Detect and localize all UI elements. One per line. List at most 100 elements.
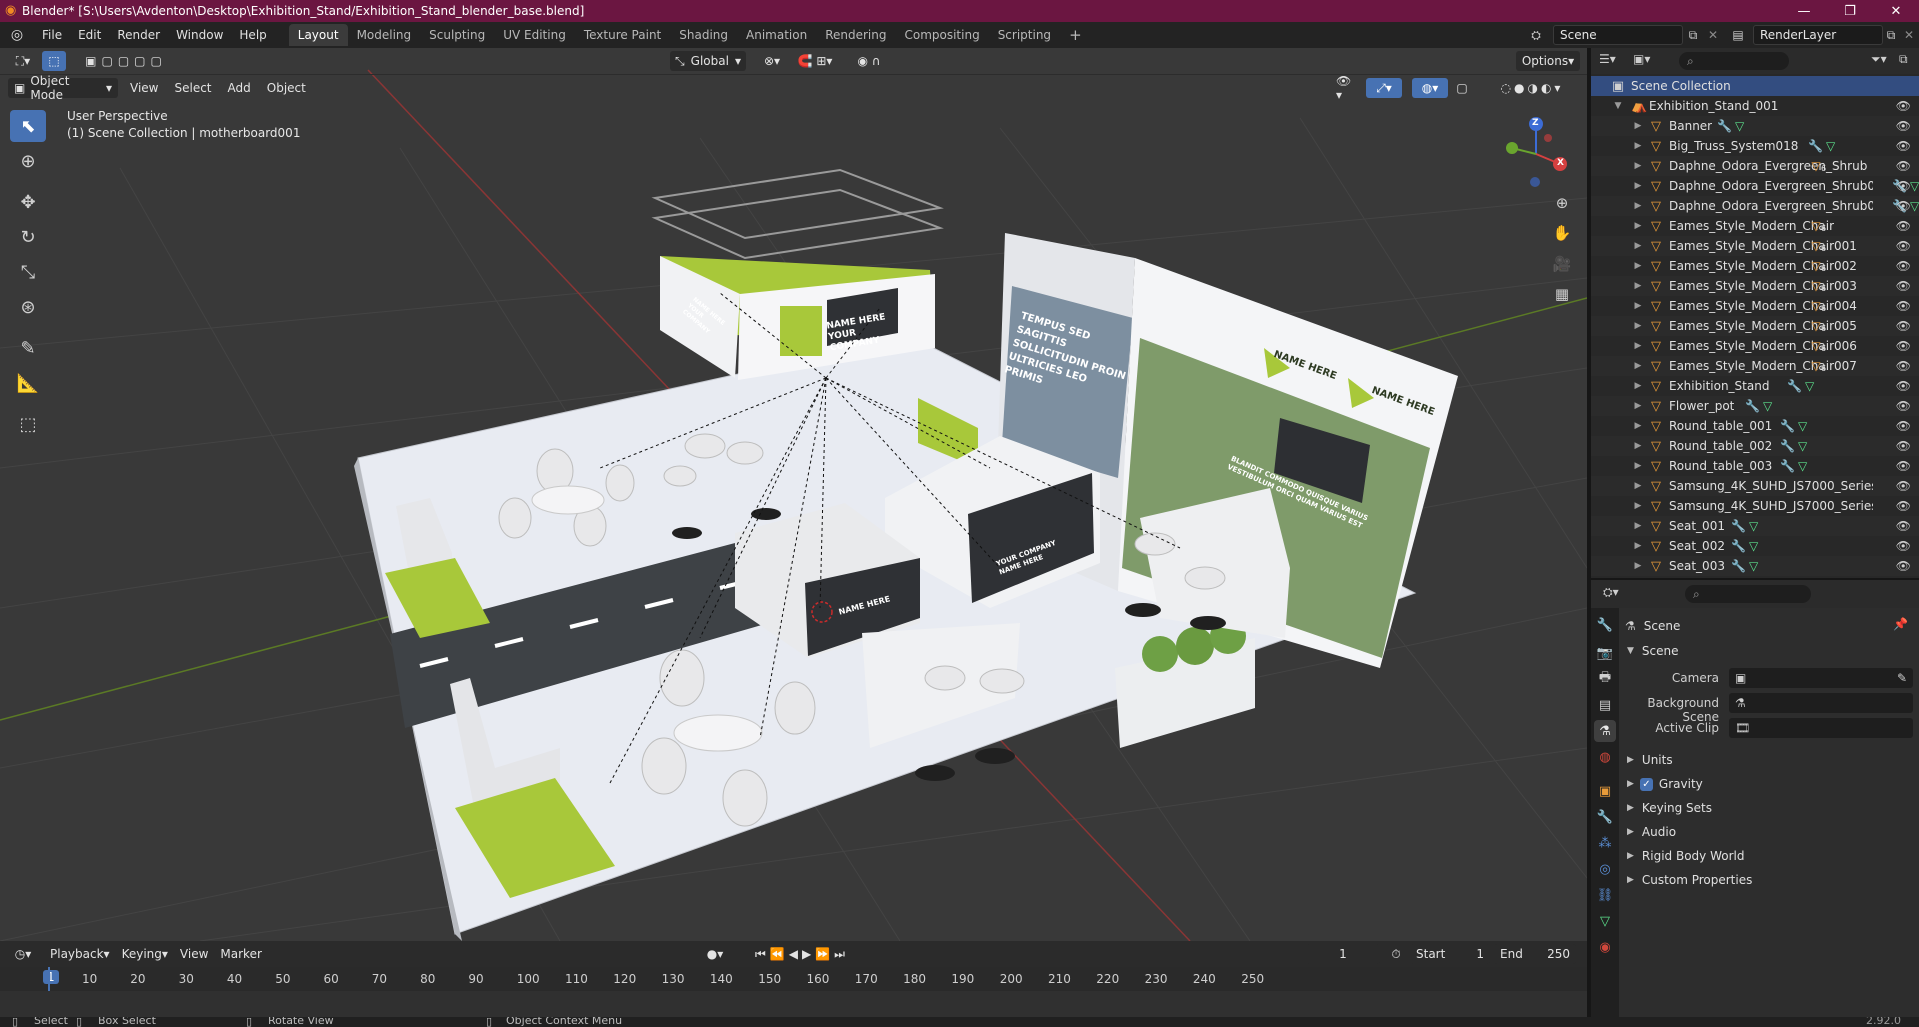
mesh-data-icon[interactable]: ▽ (1910, 179, 1919, 193)
tab-layout[interactable]: Layout (288, 24, 348, 46)
modifier-tab-icon[interactable]: 🔧 (1594, 806, 1616, 828)
modifier-icon[interactable]: 🔧 (1780, 439, 1795, 453)
keyframe-record-icon[interactable]: ●▾ (702, 944, 728, 964)
start-frame-field[interactable]: Start 1 (1410, 944, 1490, 964)
delete-view-layer-icon[interactable]: ✕ (1900, 25, 1918, 45)
visibility-icon[interactable]: 👁▾ (1330, 74, 1362, 102)
overlay-toggle-icon[interactable]: ◍▾ (1412, 78, 1448, 98)
menu-window[interactable]: Window (168, 24, 231, 46)
panel-rigid-body-world[interactable]: ▶ Rigid Body World (1627, 845, 1744, 867)
scene-name-field[interactable]: Scene (1553, 25, 1683, 45)
visibility-eye-icon[interactable]: 👁 (1896, 499, 1911, 513)
select-box-tool-icon[interactable]: ⬉ (10, 110, 46, 142)
3d-viewport[interactable]: NAME HERE YOUR COMPANY NAME HERE YOUR CO… (0, 48, 1587, 941)
expand-arrow-icon[interactable]: ▶ (1633, 181, 1643, 191)
visibility-eye-icon[interactable]: 👁 (1896, 539, 1911, 553)
properties-search-input[interactable]: ⌕ (1685, 585, 1811, 603)
current-frame-field[interactable]: 1 (1306, 944, 1380, 964)
outliner-row-object[interactable]: ▶ ▽ Round_table_003 🔧 ▽ 👁 (1591, 456, 1919, 476)
expand-arrow-icon[interactable]: ▶ (1633, 341, 1643, 351)
outliner-display-mode-icon[interactable]: ▣▾ (1633, 52, 1661, 72)
expand-arrow-icon[interactable]: ▶ (1633, 441, 1643, 451)
expand-arrow-icon[interactable]: ▶ (1627, 851, 1634, 861)
output-tab-icon[interactable]: 🖶 (1594, 668, 1616, 690)
expand-arrow-icon[interactable]: ▶ (1627, 779, 1634, 789)
particles-tab-icon[interactable]: ⁂ (1594, 832, 1616, 854)
pan-hand-icon[interactable]: ✋ (1550, 221, 1574, 245)
transform-orientation-dropdown[interactable]: ⤡ Global ▾ (670, 51, 746, 71)
visibility-eye-icon[interactable]: 👁 (1896, 339, 1911, 353)
visibility-eye-icon[interactable]: 👁 (1896, 359, 1911, 373)
outliner-row-object[interactable]: ▶ ▽ Eames_Style_Modern_Chair005 ▽ 6 👁 (1591, 316, 1919, 336)
eyedropper-icon[interactable]: ✎ (1897, 671, 1907, 685)
annotate-tool-icon[interactable]: ✎ (10, 332, 46, 364)
visibility-eye-icon[interactable]: 👁 (1896, 199, 1911, 213)
camera-view-icon[interactable]: 🎥 (1550, 252, 1574, 276)
visibility-eye-icon[interactable]: 👁 (1896, 439, 1911, 453)
move-tool-icon[interactable]: ✥ (10, 186, 46, 218)
outliner-editor-type-icon[interactable]: ☰▾ (1599, 52, 1627, 72)
properties-editor[interactable]: ⛭▾ ⌕ 🔧 📷 🖶 ▤ ⚗ ◍ ▣ 🔧 ⁂ ◎ ⛓ ▽ ◉ ⚗ Scene 📌… (1591, 580, 1919, 1017)
expand-arrow-icon[interactable]: ▶ (1633, 201, 1643, 211)
visibility-eye-icon[interactable]: 👁 (1896, 279, 1911, 293)
outliner-row-object[interactable]: ▶ ▽ Eames_Style_Modern_Chair004 ▽ 6 👁 (1591, 296, 1919, 316)
panel-units[interactable]: ▶ Units (1627, 749, 1673, 771)
delete-scene-icon[interactable]: ✕ (1703, 25, 1723, 45)
timeline-menu-playback[interactable]: Playback ▾ (44, 944, 116, 964)
pivot-icon[interactable]: ⊗▾ (756, 51, 788, 71)
timeline-editor-type-icon[interactable]: ◷▾ (8, 944, 38, 964)
end-frame-field[interactable]: End 250 (1494, 944, 1576, 964)
playback-controls-icons[interactable]: ⏮⏪◀▶⏩⏭ (744, 944, 860, 964)
visibility-eye-icon[interactable]: 👁 (1896, 119, 1911, 133)
view-layer-field[interactable]: RenderLayer (1753, 25, 1883, 45)
panel-scene-header[interactable]: ▼ Scene (1627, 640, 1679, 662)
expand-arrow-icon[interactable]: ▶ (1633, 541, 1643, 551)
gizmo-toggle-icon[interactable]: ⤢▾ (1366, 78, 1402, 98)
outliner-row-object[interactable]: ▶ ▽ Seat_001 🔧 ▽ 👁 (1591, 516, 1919, 536)
new-view-layer-icon[interactable]: ⧉ (1882, 25, 1900, 45)
visibility-eye-icon[interactable]: 👁 (1896, 519, 1911, 533)
expand-arrow-icon[interactable]: ▶ (1633, 421, 1643, 431)
expand-arrow-icon[interactable]: ▶ (1633, 261, 1643, 271)
outliner-row-object[interactable]: ▶ ▽ Round_table_001 🔧 ▽ 👁 (1591, 416, 1919, 436)
zoom-icon[interactable]: ⊕ (1550, 191, 1574, 215)
tool-tab-icon[interactable]: 🔧 (1594, 614, 1616, 636)
visibility-eye-icon[interactable]: 👁 (1896, 399, 1911, 413)
snap-icon[interactable]: 🧲 ⊞▾ (790, 51, 840, 71)
expand-arrow-icon[interactable]: ▶ (1633, 161, 1643, 171)
visibility-eye-icon[interactable]: 👁 (1896, 179, 1911, 193)
mode-dropdown[interactable]: ▣ Object Mode ▾ (8, 74, 118, 102)
background-scene-field[interactable]: ⚗ (1729, 693, 1913, 713)
visibility-eye-icon[interactable]: 👁 (1896, 319, 1911, 333)
mesh-data-icon[interactable]: ▽ (1910, 199, 1919, 213)
expand-arrow-icon[interactable]: ▶ (1633, 381, 1643, 391)
view-layer-browse-icon[interactable]: ▤ (1724, 25, 1752, 45)
shading-mode-icons[interactable]: ◌●◑◐▾ (1482, 78, 1582, 98)
gizmo-y-icon[interactable] (1506, 142, 1518, 154)
mesh-data-icon[interactable]: ▽ (1798, 459, 1807, 473)
viewport-menu-view[interactable]: View (124, 78, 164, 98)
modifier-icon[interactable]: 🔧 (1731, 539, 1746, 553)
outliner-search-input[interactable]: ⌕ (1679, 52, 1789, 70)
physics-tab-icon[interactable]: ◎ (1594, 858, 1616, 880)
outliner-row-object[interactable]: ▶ ▽ Seat_003 🔧 ▽ 👁 (1591, 556, 1919, 576)
expand-arrow-icon[interactable]: ▶ (1633, 361, 1643, 371)
visibility-eye-icon[interactable]: 👁 (1896, 419, 1911, 433)
visibility-eye-icon[interactable]: 👁 (1896, 559, 1911, 573)
close-icon[interactable]: ✕ (1873, 0, 1919, 22)
timeline-menu-keying[interactable]: Keying ▾ (116, 944, 174, 964)
expand-arrow-icon[interactable]: ▶ (1627, 803, 1634, 813)
options-dropdown[interactable]: Options ▾ (1516, 51, 1580, 71)
tab-uv-editing[interactable]: UV Editing (494, 24, 575, 46)
panel-gravity[interactable]: ▶ ✓ Gravity (1627, 773, 1703, 795)
expand-arrow-icon[interactable]: ▶ (1633, 461, 1643, 471)
mesh-data-icon[interactable]: ▽ (1798, 419, 1807, 433)
data-tab-icon[interactable]: ▽ (1594, 910, 1616, 932)
viewport-menu-select[interactable]: Select (168, 78, 217, 98)
panel-keying-sets[interactable]: ▶ Keying Sets (1627, 797, 1712, 819)
cursor-tool-icon[interactable]: ⊕ (10, 145, 46, 177)
outliner[interactable]: ☰▾ ▣▾ ⌕ ⏷▾ ⧉ ▣ Scene Collection ▼ ⛺ Exhi… (1591, 48, 1919, 578)
collapse-arrow-icon[interactable]: ▼ (1613, 101, 1623, 111)
panel-audio[interactable]: ▶ Audio (1627, 821, 1676, 843)
new-collection-icon[interactable]: ⧉ (1899, 52, 1917, 72)
